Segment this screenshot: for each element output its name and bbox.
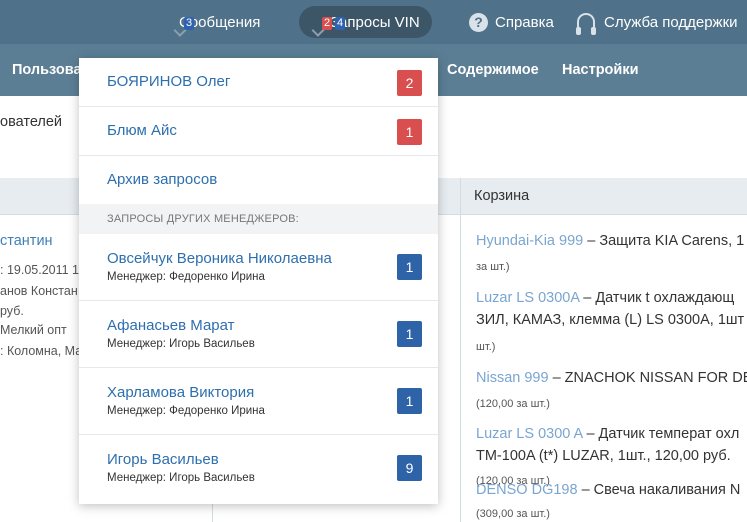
dropdown-item-title: Афанасьев Марат <box>107 317 235 334</box>
request-count-badge: 1 <box>397 119 422 145</box>
customer-info-line: : Коломна, Ма <box>0 344 83 358</box>
cart-item: Hyundai-Kia 999 – Защита KIA Carens, 1 <box>476 233 744 249</box>
dropdown-item-request[interactable]: БОЯРИНОВ Олег 2 <box>79 58 438 107</box>
cart-item: DENSO DG198 – Свеча накаливания N <box>476 482 740 498</box>
dropdown-item-manager: Менеджер: Игорь Васильев <box>107 338 255 350</box>
dropdown-item-title: БОЯРИНОВ Олег <box>107 73 231 90</box>
dropdown-item-manager: Менеджер: Игорь Васильев <box>107 472 255 484</box>
customer-info-line: руб. <box>0 304 24 318</box>
dropdown-item-manager-request[interactable]: Афанасьев Марат Менеджер: Игорь Васильев… <box>79 301 438 368</box>
cart-item: Luzar LS 0300A – Датчик t охлаждающ <box>476 290 734 306</box>
cart-item-link[interactable]: Hyundai-Kia 999 <box>476 233 583 249</box>
dropdown-item-manager: Менеджер: Федоренко Ирина <box>107 405 265 417</box>
request-count-badge: 1 <box>397 254 422 280</box>
page-subtitle: ователей <box>0 114 63 130</box>
section-label: ЗАПРОСЫ ДРУГИХ МЕНЕДЖЕРОВ: <box>107 213 299 225</box>
menu-item-settings[interactable]: Настройки <box>562 62 639 78</box>
dropdown-item-title: Харламова Виктория <box>107 384 255 401</box>
headset-icon <box>576 13 596 35</box>
menu-item-users[interactable]: Пользова <box>12 62 82 78</box>
cart-column-header: Корзина <box>474 188 530 204</box>
help-label: Справка <box>495 13 554 31</box>
help-link[interactable]: ? Справка <box>469 6 554 38</box>
request-count-badge: 1 <box>397 388 422 414</box>
support-link[interactable]: Служба поддержки <box>576 6 738 38</box>
archive-link-label: Архив запросов <box>107 171 218 188</box>
request-count-badge: 9 <box>397 455 422 481</box>
cart-item-text-line2: TM-100A (t*) LUZAR, 1шт., 120,00 руб. <box>476 448 731 464</box>
cart-item-text: – Датчик температ охл <box>582 426 740 442</box>
dropdown-item-manager-request[interactable]: Овсейчук Вероника Николаевна Менеджер: Ф… <box>79 234 438 301</box>
cart-item-text: – Датчик t охлаждающ <box>579 290 735 306</box>
cart-item-link[interactable]: DENSO DG198 <box>476 482 578 498</box>
dropdown-item-manager-request[interactable]: Харламова Виктория Менеджер: Федоренко И… <box>79 368 438 435</box>
dropdown-item-archive[interactable]: Архив запросов <box>79 156 438 204</box>
vin-requests-link[interactable]: 2 4 Запросы VIN <box>299 6 432 38</box>
request-count-badge: 2 <box>397 70 422 96</box>
column-divider <box>460 178 461 522</box>
vin-count-blue-badge: 4 <box>335 17 346 30</box>
question-circle-icon: ? <box>469 12 488 32</box>
cart-item-text: – Свеча накаливания N <box>577 482 741 498</box>
messages-link[interactable]: 3 Сообщения <box>172 6 260 38</box>
dropdown-item-title: Блюм Айс <box>107 122 177 139</box>
cart-item: Nissan 999 – ZNACHOK NISSAN FOR DE <box>476 370 747 386</box>
cart-item-text: – Защита KIA Carens, 1 <box>583 233 745 249</box>
customer-name-link[interactable]: стантин <box>0 233 53 249</box>
cart-item-link[interactable]: Nissan 999 <box>476 370 549 386</box>
cart-item-price: шт.) <box>476 341 496 353</box>
dropdown-item-request[interactable]: Блюм Айс 1 <box>79 107 438 156</box>
dropdown-item-manager-request[interactable]: Игорь Васильев Менеджер: Игорь Васильев … <box>79 435 438 504</box>
request-count-badge: 1 <box>397 321 422 347</box>
dropdown-item-title: Овсейчук Вероника Николаевна <box>107 250 332 267</box>
other-managers-section-header: ЗАПРОСЫ ДРУГИХ МЕНЕДЖЕРОВ: <box>79 204 438 234</box>
customer-info-line: : 19.05.2011 1 <box>0 263 80 277</box>
cart-item-text: – ZNACHOK NISSAN FOR DE <box>548 370 747 386</box>
dropdown-item-title: Игорь Васильев <box>107 451 219 468</box>
messages-count-badge: 3 <box>184 17 195 30</box>
customer-info-line: Мелкий опт <box>0 323 67 337</box>
customer-info-line: анов Констан <box>0 284 78 298</box>
cart-item-price: за шт.) <box>476 261 510 273</box>
cart-item-price: (120,00 за шт.) <box>476 398 550 410</box>
cart-item-price: (309,00 за шт.) <box>476 508 550 520</box>
vin-requests-dropdown: БОЯРИНОВ Олег 2 Блюм Айс 1 Архив запросо… <box>79 58 438 504</box>
cart-item-text-line2: ЗИЛ, КАМАЗ, клемма (L) LS 0300A, 1шт <box>476 312 745 328</box>
dropdown-item-manager: Менеджер: Федоренко Ирина <box>107 271 265 283</box>
support-label: Служба поддержки <box>604 13 738 31</box>
menu-item-content[interactable]: Содержимое <box>447 62 539 78</box>
cart-item-link[interactable]: Luzar LS 0300 A <box>476 426 582 442</box>
cart-item-link[interactable]: Luzar LS 0300A <box>476 290 579 306</box>
vin-count-red-badge: 2 <box>322 17 333 30</box>
cart-item: Luzar LS 0300 A – Датчик температ охл <box>476 426 739 442</box>
